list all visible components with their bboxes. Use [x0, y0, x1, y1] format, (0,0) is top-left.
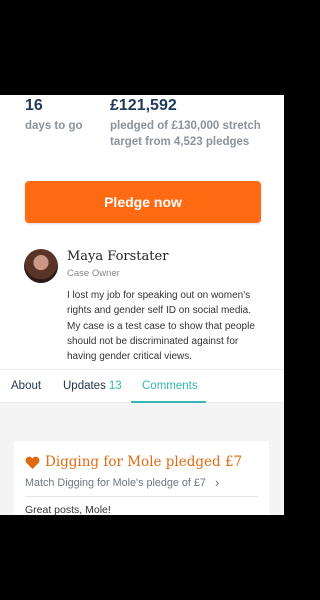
amount-label: pledged of £130,000 stretch target from …: [110, 118, 261, 150]
tab-updates-label: Updates: [63, 380, 106, 392]
chevron-right-icon[interactable]: ›: [215, 476, 219, 489]
amount-label-line2: target from 4,523 pledges: [110, 136, 250, 148]
heart-icon: [25, 456, 40, 469]
avatar[interactable]: [24, 249, 58, 283]
days-label: days to go: [25, 120, 83, 132]
comments-feed: Digging for Mole pledged £7 Match Diggin…: [0, 403, 284, 515]
pledge-now-button[interactable]: Pledge now: [25, 181, 261, 223]
amount-pledged: £121,592 pledged of £130,000 stretch tar…: [110, 97, 261, 150]
tab-about[interactable]: About: [11, 380, 41, 392]
tab-bar: About Updates 13 Comments: [0, 369, 284, 403]
divider: [25, 496, 258, 497]
amount-number: £121,592: [110, 97, 177, 114]
updates-count: 13: [108, 380, 122, 392]
campaign-stats: 16 days to go £121,592 pledged of £130,0…: [0, 95, 284, 155]
days-number: 16: [25, 97, 43, 114]
days-to-go: 16 days to go: [25, 97, 83, 134]
case-description: I lost my job for speaking out on women'…: [67, 290, 255, 363]
tab-comments[interactable]: Comments: [142, 380, 198, 392]
comment-card: Digging for Mole pledged £7 Match Diggin…: [14, 441, 269, 515]
owner-name[interactable]: Maya Forstater: [67, 249, 168, 264]
owner-role: Case Owner: [67, 268, 120, 279]
match-pledge-link[interactable]: Match Digging for Mole's pledge of £7: [25, 477, 206, 489]
tab-updates[interactable]: Updates 13: [63, 380, 122, 392]
crowdfunding-page: 16 days to go £121,592 pledged of £130,0…: [0, 95, 284, 515]
comment-text: Great posts, Mole!: [25, 504, 111, 515]
pledge-title: Digging for Mole pledged £7: [45, 454, 243, 470]
amount-label-line1: pledged of £130,000 stretch: [110, 120, 261, 132]
